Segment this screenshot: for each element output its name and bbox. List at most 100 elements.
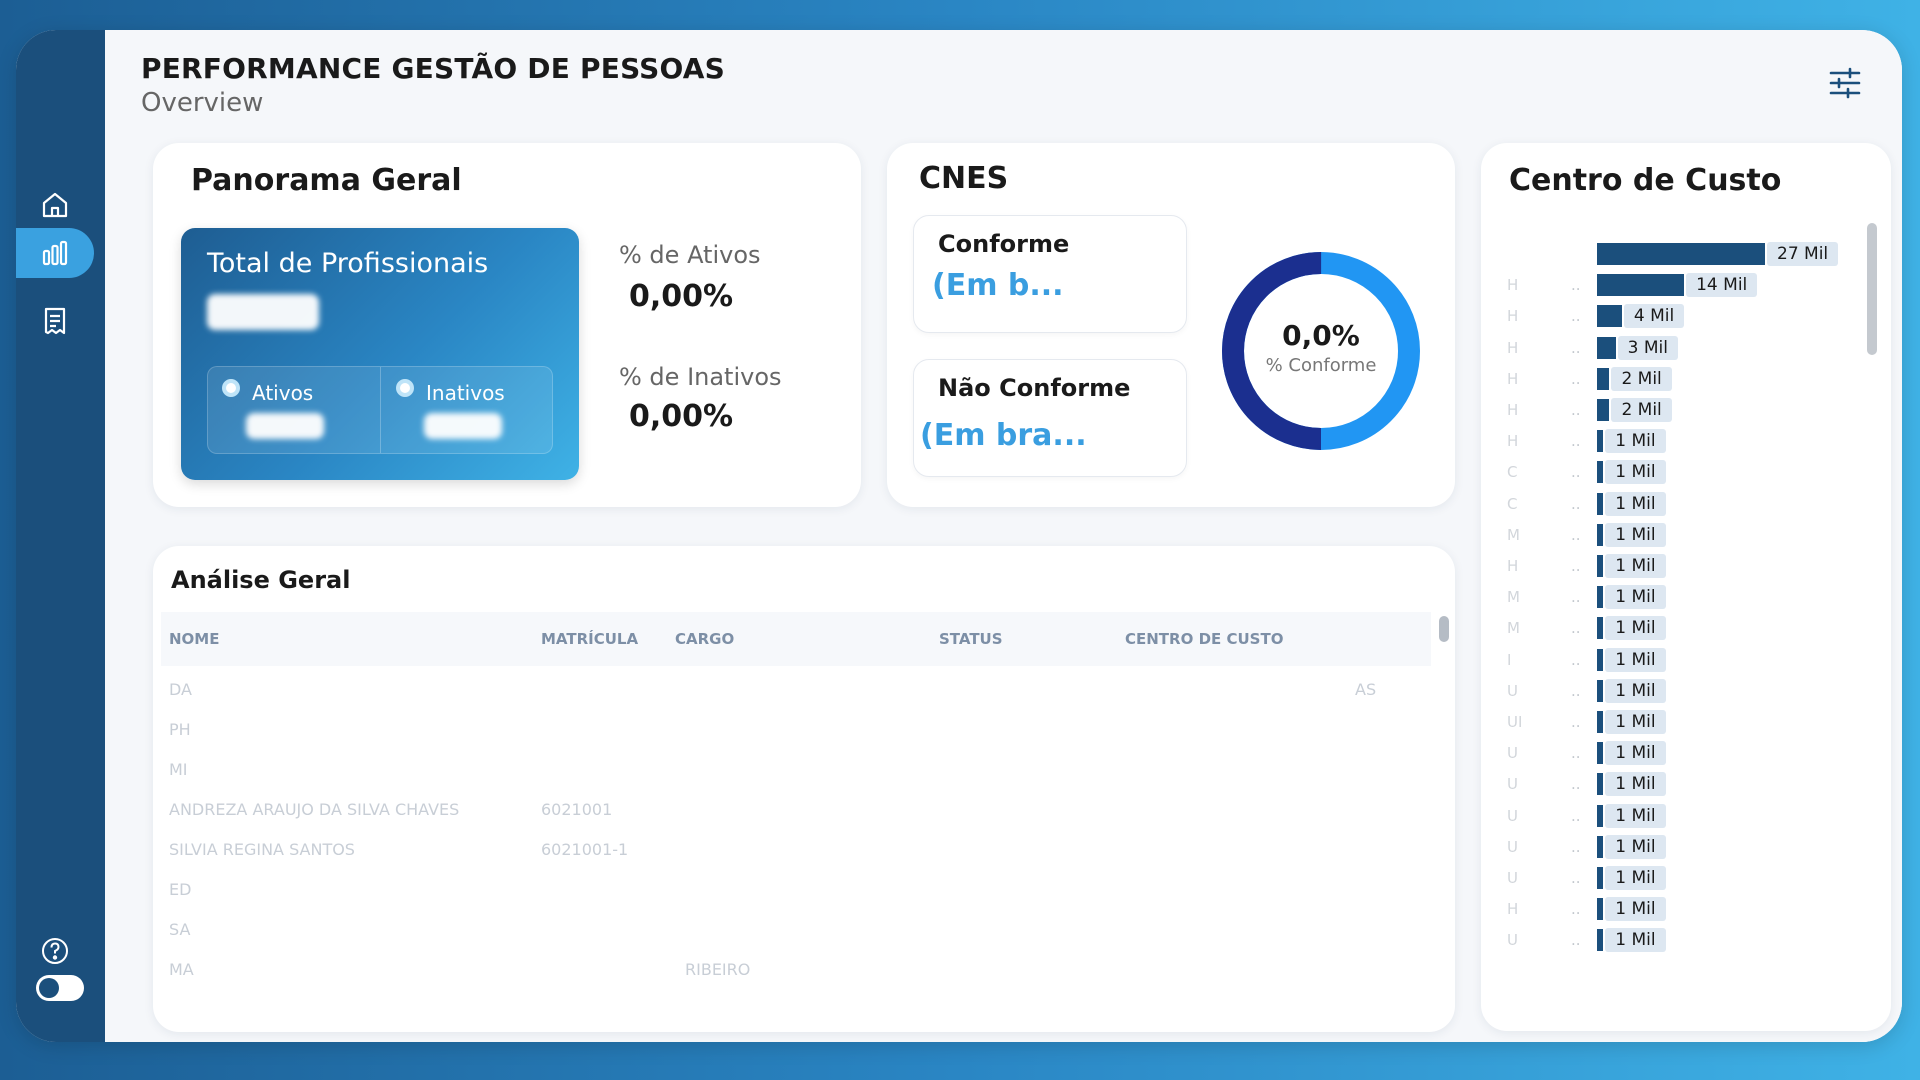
table-scrollbar[interactable] — [1439, 616, 1449, 642]
bar-value-label: 1 Mil — [1605, 710, 1666, 734]
table-row[interactable]: PH — [169, 720, 191, 739]
col-nome[interactable]: NOME — [169, 630, 219, 648]
cost-center-bar[interactable] — [1597, 399, 1610, 421]
nav-home[interactable] — [16, 180, 94, 230]
page-subtitle: Overview — [141, 88, 264, 118]
cost-center-bar[interactable] — [1597, 243, 1765, 265]
category-ellipsis: .. — [1571, 744, 1581, 763]
bar-value-label: 1 Mil — [1605, 460, 1666, 485]
category-label: UI — [1507, 713, 1523, 731]
inativos-legend-dot — [396, 379, 414, 397]
category-label: U — [1507, 744, 1518, 763]
category-label: M — [1507, 619, 1520, 638]
cnes-title: CNES — [919, 161, 1009, 196]
category-ellipsis: .. — [1571, 338, 1581, 357]
cost-center-bar[interactable] — [1597, 461, 1604, 484]
donut-label: % Conforme — [1265, 355, 1377, 376]
category-label: U — [1507, 931, 1518, 950]
category-label: U — [1507, 806, 1518, 825]
table-row[interactable]: DA — [169, 680, 192, 699]
cost-center-bar[interactable] — [1597, 492, 1604, 515]
col-matricula[interactable]: MATRÍCULA — [541, 630, 638, 648]
cost-center-bar[interactable] — [1597, 523, 1604, 546]
help-button[interactable] — [16, 926, 94, 976]
cost-center-bar[interactable] — [1597, 929, 1604, 952]
category-ellipsis: .. — [1571, 369, 1581, 388]
cost-center-bar[interactable] — [1597, 305, 1622, 328]
inativos-label: Inativos — [426, 381, 505, 405]
cost-center-bar[interactable] — [1597, 867, 1604, 889]
cost-center-bar[interactable] — [1597, 773, 1604, 796]
col-centro-custo[interactable]: CENTRO DE CUSTO — [1125, 630, 1283, 648]
table-row[interactable]: ANDREZA ARAUJO DA SILVA CHAVES — [169, 800, 459, 819]
total-label: Total de Profissionais — [207, 248, 489, 279]
cost-center-bar[interactable] — [1597, 742, 1604, 765]
category-label: H — [1507, 557, 1519, 575]
table-row-matricula: 6021001-1 — [541, 840, 629, 859]
cost-center-bar[interactable] — [1597, 711, 1604, 733]
bar-value-label: 4 Mil — [1623, 304, 1685, 329]
category-ellipsis: .. — [1571, 900, 1581, 919]
category-ellipsis: .. — [1571, 775, 1581, 794]
table-row[interactable]: MA — [169, 960, 194, 979]
category-label: U — [1507, 837, 1518, 856]
inativos-pct-value: 0,00% — [629, 399, 734, 434]
nav-dashboard[interactable] — [16, 228, 94, 278]
bar-value-label: 2 Mil — [1611, 398, 1672, 422]
bar-value-label: 1 Mil — [1605, 429, 1666, 454]
cost-center-bar[interactable] — [1597, 336, 1616, 359]
category-ellipsis: .. — [1571, 681, 1581, 700]
cost-center-bar[interactable] — [1597, 835, 1604, 858]
table-row[interactable]: ED — [169, 880, 191, 899]
category-ellipsis: .. — [1571, 931, 1581, 950]
theme-toggle[interactable] — [36, 975, 84, 1001]
cost-center-bar[interactable] — [1597, 804, 1604, 827]
donut-value: 0,0% — [1282, 319, 1360, 352]
bar-value-label: 1 Mil — [1605, 616, 1666, 641]
cost-center-bar[interactable] — [1597, 586, 1604, 609]
col-status[interactable]: STATUS — [939, 630, 1003, 648]
bar-value-label: 1 Mil — [1605, 897, 1666, 922]
bar-value-label: 1 Mil — [1605, 741, 1666, 766]
cost-center-bar[interactable] — [1597, 430, 1604, 453]
filter-sliders-icon[interactable] — [1828, 66, 1862, 100]
category-label: M — [1507, 588, 1520, 607]
conforme-card: Conforme (Em b... — [913, 215, 1187, 333]
main-area: PERFORMANCE GESTÃO DE PESSOAS Overview P… — [105, 30, 1902, 1042]
app-frame: PERFORMANCE GESTÃO DE PESSOAS Overview P… — [16, 30, 1902, 1042]
inativos-value-redacted — [424, 413, 502, 439]
table-row[interactable]: SILVIA REGINA SANTOS — [169, 840, 355, 859]
cost-center-bar[interactable] — [1597, 898, 1604, 921]
cost-center-bar[interactable] — [1597, 648, 1604, 671]
category-ellipsis: .. — [1571, 525, 1581, 544]
category-ellipsis: .. — [1571, 494, 1581, 513]
category-ellipsis: .. — [1571, 650, 1581, 669]
bar-chart-icon — [42, 240, 68, 266]
cost-center-bar[interactable] — [1597, 617, 1604, 640]
inativos-pct-label: % de Inativos — [619, 363, 782, 391]
cost-center-bar[interactable] — [1597, 367, 1610, 390]
toggle-knob — [39, 978, 59, 998]
bar-value-label: 1 Mil — [1605, 834, 1666, 859]
cnes-card: CNES Conforme (Em b... Não Conforme (Em … — [887, 143, 1455, 507]
analise-card: Análise Geral NOME MATRÍCULA CARGO STATU… — [153, 546, 1455, 1032]
category-label: H — [1507, 338, 1519, 357]
cost-center-bar[interactable] — [1597, 679, 1604, 702]
bar-value-label: 1 Mil — [1605, 522, 1666, 547]
category-label: H — [1507, 369, 1519, 388]
col-cargo[interactable]: CARGO — [675, 630, 734, 648]
table-row[interactable]: SA — [169, 920, 190, 939]
nav-reports[interactable] — [16, 296, 94, 346]
page-title: PERFORMANCE GESTÃO DE PESSOAS — [141, 52, 726, 85]
panorama-card: Panorama Geral Total de Profissionais At… — [153, 143, 861, 507]
category-ellipsis: .. — [1571, 307, 1581, 326]
category-ellipsis: .. — [1571, 463, 1581, 482]
panorama-title: Panorama Geral — [191, 163, 462, 198]
cost-center-bar[interactable] — [1597, 555, 1604, 577]
nao-conforme-value: (Em bra... — [920, 418, 1087, 453]
table-row[interactable]: MI — [169, 760, 188, 779]
bar-value-label: 1 Mil — [1605, 647, 1666, 672]
cost-center-bar[interactable] — [1597, 274, 1685, 297]
home-icon — [42, 192, 68, 218]
ativos-value-redacted — [246, 413, 324, 439]
